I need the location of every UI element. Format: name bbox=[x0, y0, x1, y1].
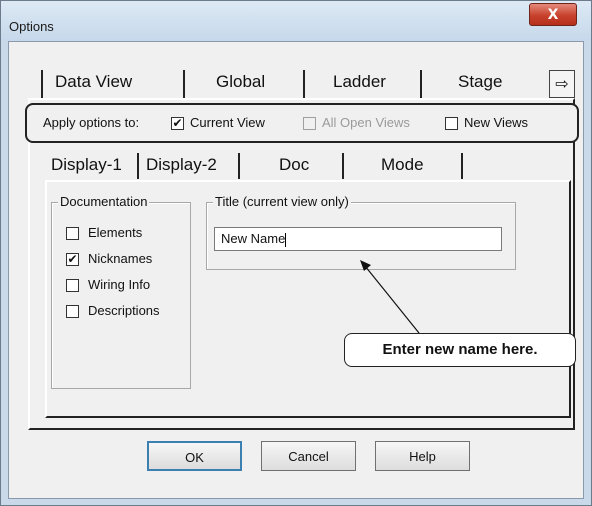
help-button[interactable]: Help bbox=[375, 441, 470, 471]
title-bar: Options X bbox=[1, 1, 591, 41]
annotation-arrow bbox=[360, 260, 420, 334]
callout-box: Enter new name here. bbox=[344, 333, 576, 367]
cancel-button[interactable]: Cancel bbox=[261, 441, 356, 471]
dialog-client-area: Data View Global Ladder Stage ⇨ Apply op… bbox=[8, 41, 584, 499]
close-button[interactable]: X bbox=[529, 3, 577, 26]
close-icon: X bbox=[547, 6, 559, 23]
options-dialog: Options X Data View Global Ladder Stage bbox=[0, 0, 592, 506]
window-title: Options bbox=[9, 19, 54, 34]
ok-button[interactable]: OK bbox=[147, 441, 242, 471]
